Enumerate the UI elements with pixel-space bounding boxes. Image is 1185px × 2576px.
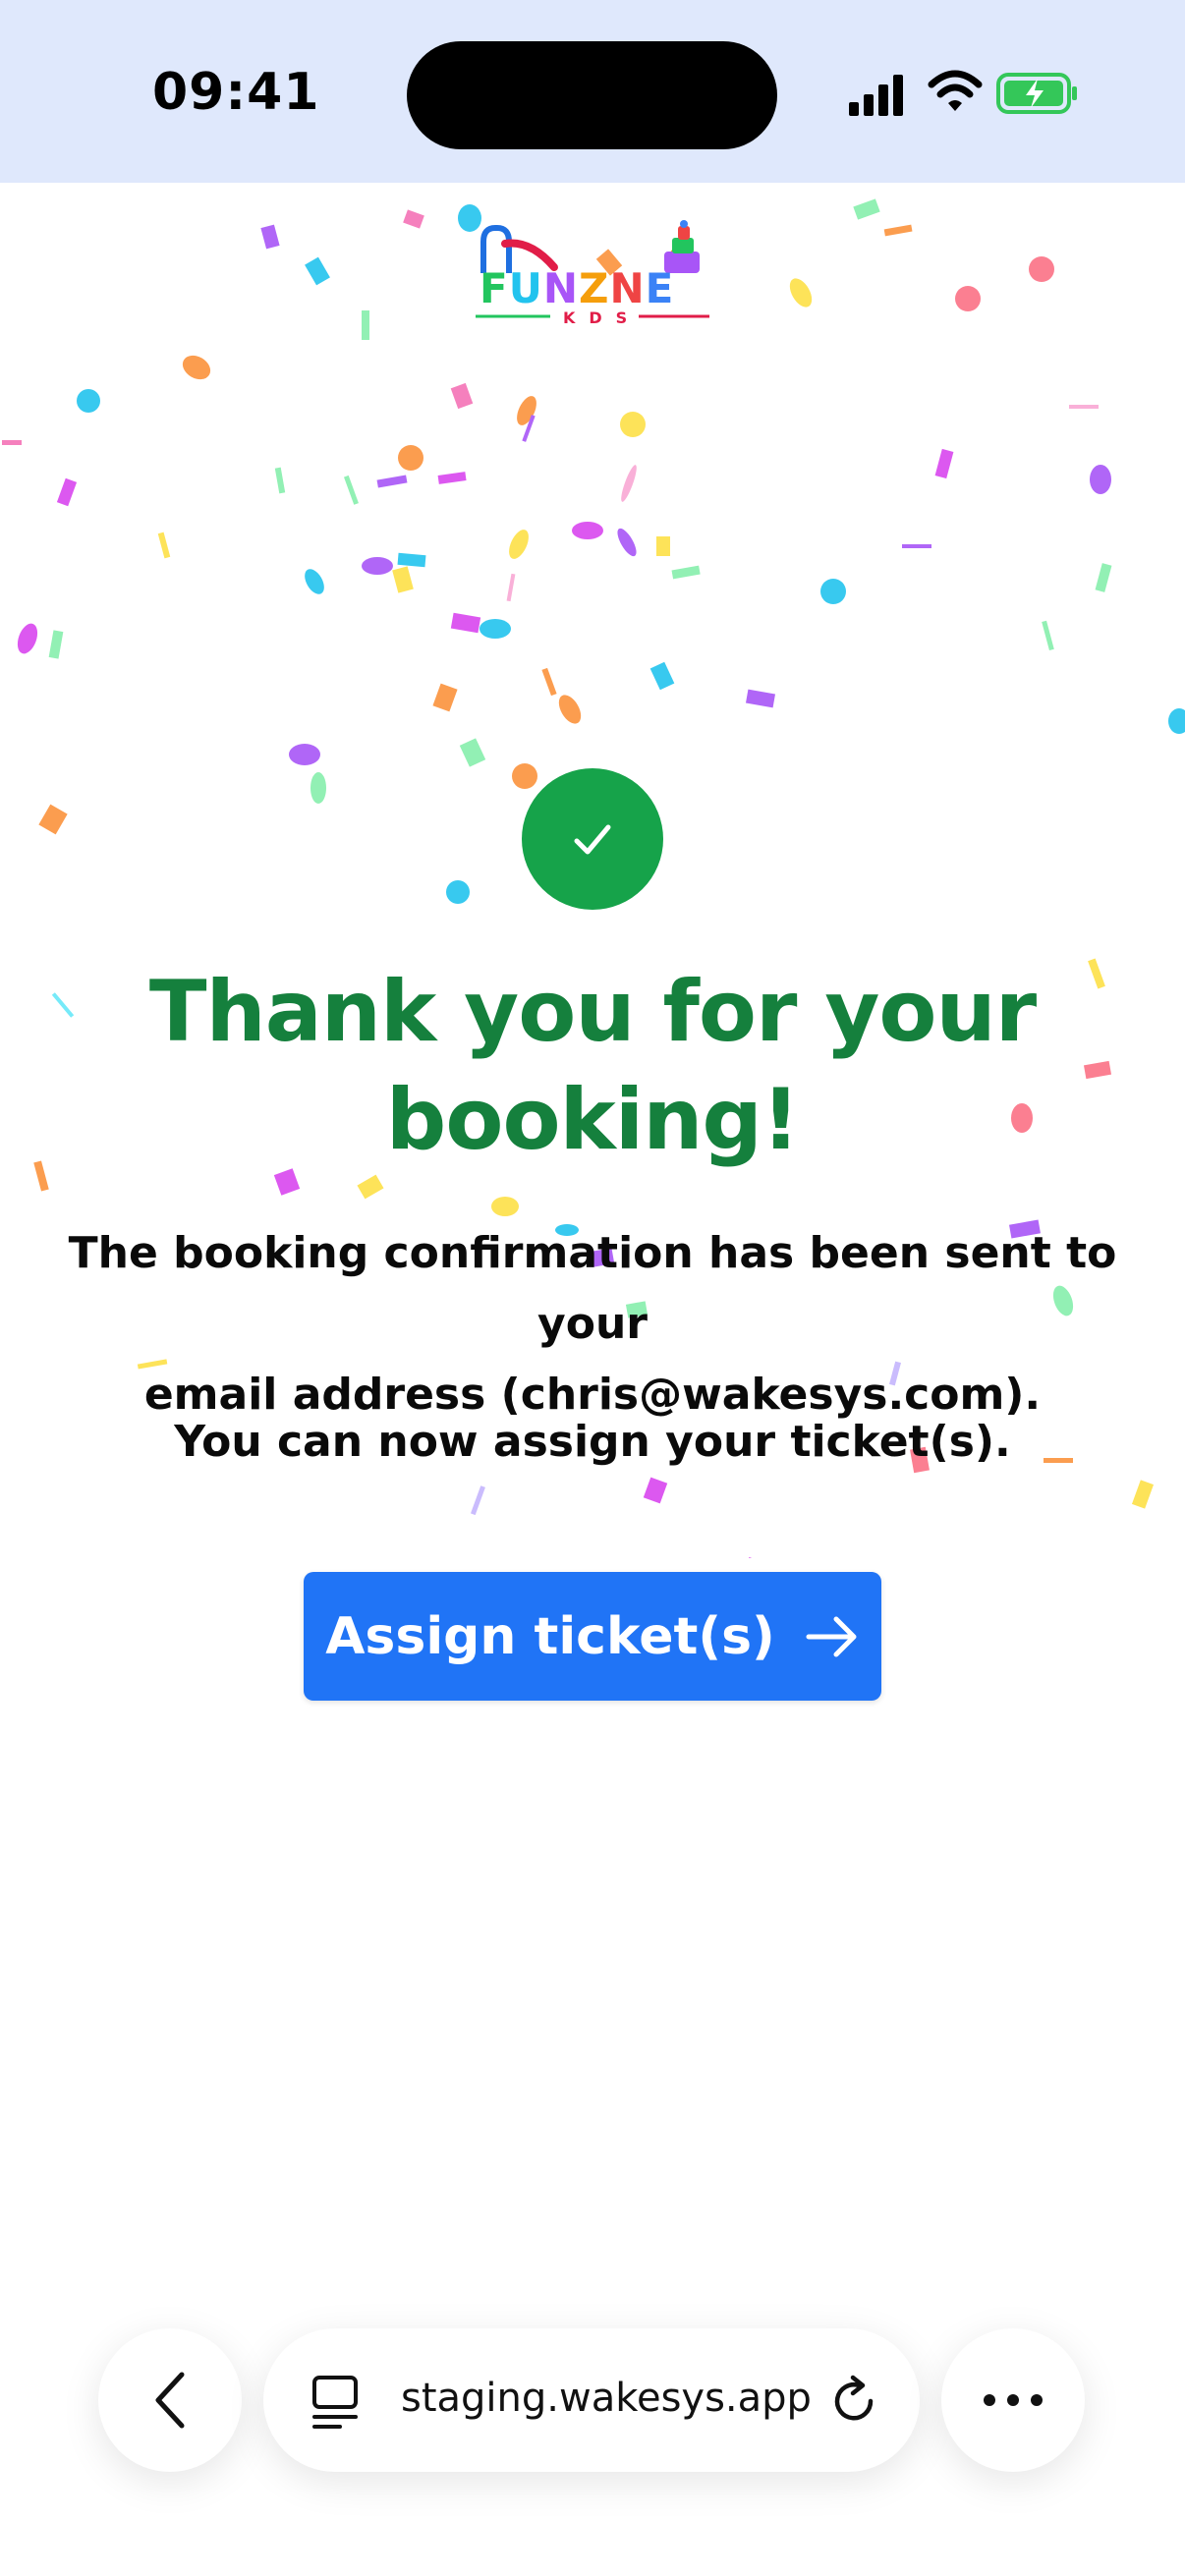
url-text[interactable]: staging.wakesys.app: [401, 2376, 812, 2421]
svg-text:KDS: KDS: [563, 308, 641, 326]
more-button[interactable]: [941, 2328, 1085, 2472]
wifi-icon: [928, 70, 983, 111]
battery-icon: [996, 73, 1077, 114]
title-line-1: Thank you for your: [148, 963, 1037, 1061]
confirmation-line-1: The booking confirmation has been sent t…: [68, 1228, 1117, 1349]
back-icon: [155, 2372, 185, 2429]
assign-tickets-button[interactable]: Assign ticket(s): [304, 1572, 881, 1701]
more-icon: [984, 2394, 1043, 2406]
status-time: 09:41: [152, 63, 320, 122]
status-icons: [847, 69, 1083, 124]
back-button[interactable]: [98, 2328, 242, 2472]
status-bar: 09:41: [0, 0, 1185, 183]
page-title: Thank you for your booking!: [98, 958, 1087, 1174]
arrow-right-icon: [806, 1616, 857, 1656]
confirmation-message: The booking confirmation has been sent t…: [39, 1218, 1146, 1430]
svg-text:FUNZNE: FUNZNE: [480, 264, 674, 312]
check-icon: [574, 824, 611, 855]
success-check-badge: [522, 768, 663, 910]
assign-tickets-label: Assign ticket(s): [325, 1606, 775, 1666]
browser-toolbar: staging.wakesys.app: [0, 2328, 1185, 2476]
dynamic-island: [407, 41, 777, 149]
signal-icon: [849, 75, 903, 116]
assign-prompt: You can now assign your ticket(s).: [174, 1417, 1011, 1467]
title-line-2: booking!: [385, 1071, 800, 1169]
funzone-kids-logo: FUNZNE KDS: [476, 220, 709, 326]
tabs-icon[interactable]: [310, 2374, 362, 2433]
address-bar[interactable]: staging.wakesys.app: [263, 2328, 920, 2472]
reload-icon[interactable]: [829, 2374, 880, 2429]
